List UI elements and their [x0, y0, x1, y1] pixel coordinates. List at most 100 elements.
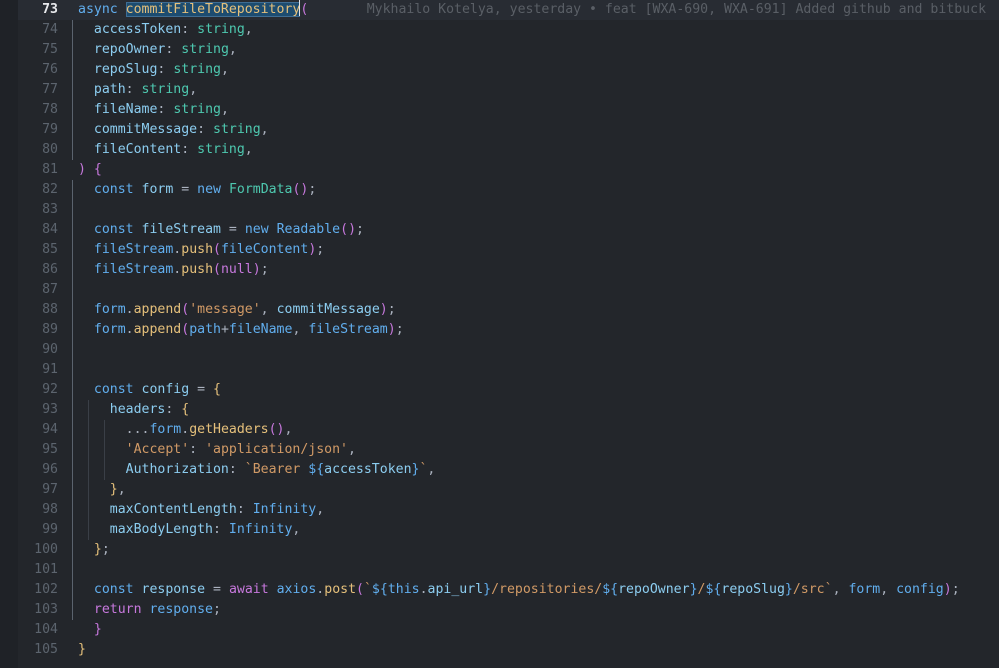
code-text[interactable]: maxContentLength: Infinity,: [78, 500, 324, 520]
code-text[interactable]: const fileStream = new Readable();: [78, 220, 364, 240]
code-token: .: [420, 582, 428, 597]
selected-symbol[interactable]: commitFileToRepository: [126, 2, 301, 17]
code-line[interactable]: 105}: [0, 640, 999, 660]
code-line[interactable]: 80 fileContent: string,: [0, 140, 999, 160]
code-line[interactable]: 92 const config = {: [0, 380, 999, 400]
indent-guide: [72, 260, 73, 280]
code-line[interactable]: 98 maxContentLength: Infinity,: [0, 500, 999, 520]
code-line[interactable]: 93 headers: {: [0, 400, 999, 420]
code-text[interactable]: form.append(path+fileName, fileStream);: [78, 320, 404, 340]
code-text[interactable]: const config = {: [78, 380, 221, 400]
code-token: FormData: [229, 182, 293, 197]
code-text[interactable]: };: [78, 540, 110, 560]
code-line[interactable]: 87: [0, 280, 999, 300]
code-text[interactable]: form.append('message', commitMessage);: [78, 300, 396, 320]
code-line[interactable]: 88 form.append('message', commitMessage)…: [0, 300, 999, 320]
code-line[interactable]: 89 form.append(path+fileName, fileStream…: [0, 320, 999, 340]
code-text[interactable]: repoOwner: string,: [78, 40, 237, 60]
code-token: ,: [880, 582, 896, 597]
code-text[interactable]: ) {: [78, 160, 102, 180]
code-text[interactable]: ...form.getHeaders(),: [78, 420, 292, 440]
code-token: (: [181, 302, 189, 317]
code-token: [78, 242, 94, 257]
code-line[interactable]: 103 return response;: [0, 600, 999, 620]
code-text[interactable]: fileContent: string,: [78, 140, 253, 160]
code-line[interactable]: 102 const response = await axios.post(`$…: [0, 580, 999, 600]
indent-guide: [72, 140, 73, 160]
code-line[interactable]: 78 fileName: string,: [0, 100, 999, 120]
editor-left-margin-strip: [0, 0, 18, 668]
code-token: fileStream: [142, 222, 221, 237]
code-line[interactable]: 81) {: [0, 160, 999, 180]
code-token: ,: [261, 122, 269, 137]
code-text[interactable]: const response = await axios.post(`${thi…: [78, 580, 960, 600]
code-line[interactable]: 96 Authorization: `Bearer ${accessToken}…: [0, 460, 999, 480]
code-token: [78, 302, 94, 317]
code-text[interactable]: return response;: [78, 600, 221, 620]
code-text[interactable]: 'Accept': 'application/json',: [78, 440, 356, 460]
code-line[interactable]: 73async commitFileToRepository(Mykhailo …: [0, 0, 999, 20]
code-text[interactable]: repoSlug: string,: [78, 60, 229, 80]
code-token: ,: [833, 582, 849, 597]
code-text[interactable]: path: string,: [78, 80, 197, 100]
code-editor[interactable]: 73async commitFileToRepository(Mykhailo …: [0, 0, 999, 668]
code-token: :: [229, 462, 245, 477]
indent-guide: [72, 420, 73, 440]
code-line[interactable]: 85 fileStream.push(fileContent);: [0, 240, 999, 260]
code-lines-container[interactable]: 73async commitFileToRepository(Mykhailo …: [0, 0, 999, 660]
code-line[interactable]: 97 },: [0, 480, 999, 500]
code-token: ,: [229, 42, 237, 57]
code-text[interactable]: }: [78, 640, 86, 660]
code-token: [78, 102, 94, 117]
code-line[interactable]: 100 };: [0, 540, 999, 560]
code-token: (: [181, 322, 189, 337]
code-token: [78, 462, 126, 477]
code-text[interactable]: fileStream.push(fileContent);: [78, 240, 324, 260]
code-token: this: [388, 582, 420, 597]
code-line[interactable]: 95 'Accept': 'application/json',: [0, 440, 999, 460]
code-line[interactable]: 75 repoOwner: string,: [0, 40, 999, 60]
code-line[interactable]: 76 repoSlug: string,: [0, 60, 999, 80]
code-token: ;: [102, 542, 110, 557]
code-line[interactable]: 90: [0, 340, 999, 360]
code-line[interactable]: 86 fileStream.push(null);: [0, 260, 999, 280]
code-line[interactable]: 79 commitMessage: string,: [0, 120, 999, 140]
code-text[interactable]: }: [78, 620, 102, 640]
code-text[interactable]: const form = new FormData();: [78, 180, 316, 200]
code-text[interactable]: async commitFileToRepository(: [78, 0, 308, 20]
indent-guide: [72, 540, 73, 560]
code-token: [78, 622, 94, 637]
code-text[interactable]: Authorization: `Bearer ${accessToken}`,: [78, 460, 435, 480]
code-token: /repositories/: [491, 582, 602, 597]
code-text[interactable]: accessToken: string,: [78, 20, 253, 40]
code-token: [78, 442, 126, 457]
code-line[interactable]: 99 maxBodyLength: Infinity,: [0, 520, 999, 540]
code-text[interactable]: commitMessage: string,: [78, 120, 269, 140]
code-line[interactable]: 94 ...form.getHeaders(),: [0, 420, 999, 440]
code-token: response: [149, 602, 213, 617]
code-text[interactable]: maxBodyLength: Infinity,: [78, 520, 300, 540]
code-token: (: [213, 242, 221, 257]
code-line[interactable]: 91: [0, 360, 999, 380]
code-text[interactable]: headers: {: [78, 400, 189, 420]
code-token: =: [213, 582, 221, 597]
code-token: [78, 262, 94, 277]
code-token: =: [197, 382, 205, 397]
code-text[interactable]: fileName: string,: [78, 100, 229, 120]
code-line[interactable]: 84 const fileStream = new Readable();: [0, 220, 999, 240]
code-line[interactable]: 83: [0, 200, 999, 220]
code-line[interactable]: 74 accessToken: string,: [0, 20, 999, 40]
code-line[interactable]: 77 path: string,: [0, 80, 999, 100]
code-line[interactable]: 101: [0, 560, 999, 580]
code-token: fileStream: [94, 262, 173, 277]
code-line[interactable]: 82 const form = new FormData();: [0, 180, 999, 200]
code-line[interactable]: 104 }: [0, 620, 999, 640]
code-text[interactable]: fileStream.push(null);: [78, 260, 269, 280]
code-text[interactable]: },: [78, 480, 126, 500]
code-token: string: [197, 142, 245, 157]
indent-guide: [72, 40, 73, 60]
code-token: headers: [110, 402, 166, 417]
git-blame-annotation[interactable]: Mykhailo Kotelya, yesterday • feat [WXA-…: [367, 0, 986, 20]
code-token: }: [94, 542, 102, 557]
code-token: ,: [221, 62, 229, 77]
